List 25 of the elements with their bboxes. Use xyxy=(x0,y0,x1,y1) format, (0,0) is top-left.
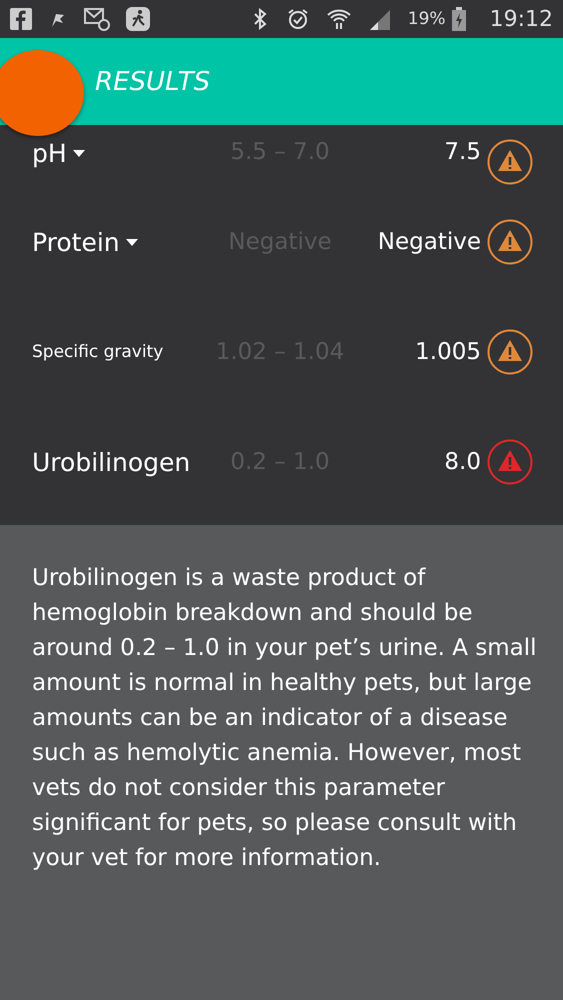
caret-icon[interactable] xyxy=(72,150,85,157)
result-value: 7.5 xyxy=(443,139,481,165)
parameter-name: Urobilinogen xyxy=(32,448,190,476)
warning-icon[interactable] xyxy=(487,329,533,375)
screen-title: RESULTS xyxy=(95,66,210,96)
facebook-icon xyxy=(10,8,32,30)
battery-percent: 19% xyxy=(408,9,446,29)
parameter-name: pH xyxy=(32,139,67,168)
warning-icon[interactable] xyxy=(487,219,533,265)
signal-icon xyxy=(368,8,392,30)
parameter-name: Protein xyxy=(32,228,120,256)
description-text: Urobilinogen is a waste product of hemoglobin breakdown and should be around 0.2 – 1.0 in your pet’s urine. A small amount is normal in healthy pets, but large amounts can be an indicator of a disease such as hemolytic anemia. However, most vets do not consider this parameter significant for pets, so please consult with your vet for more information. xyxy=(32,564,537,873)
warning-icon[interactable] xyxy=(487,139,533,185)
result-value: 1.005 xyxy=(414,339,481,365)
result-value: 8.0 xyxy=(443,449,481,475)
mail-icon xyxy=(84,7,110,31)
alarm-icon xyxy=(286,7,310,31)
runner-icon xyxy=(126,7,150,31)
clock-time: 19:12 xyxy=(490,6,553,32)
parameter-name: Specific gravity xyxy=(32,342,164,362)
battery-icon xyxy=(452,7,466,31)
wifi-icon xyxy=(326,7,352,31)
warning-icon[interactable] xyxy=(487,439,533,485)
result-value: Negative xyxy=(376,229,481,255)
caret-icon[interactable] xyxy=(126,238,138,246)
